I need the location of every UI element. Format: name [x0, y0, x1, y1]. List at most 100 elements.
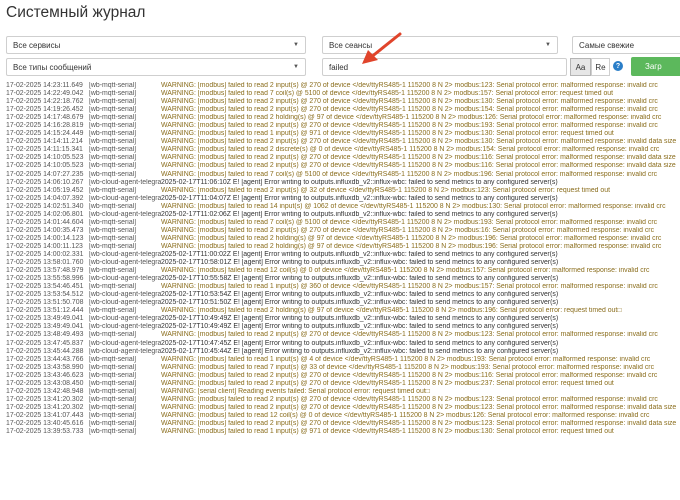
log-timestamp: 17-02-2025 14:00:11.123: [6, 242, 83, 250]
log-row: 17-02-2025 14:04:07.392 [wb-cloud-agent-t…: [6, 195, 680, 203]
help-icon[interactable]: ?: [613, 61, 623, 71]
log-row: 17-02-2025 14:00:02.331 [wb-cloud-agent-t…: [6, 251, 680, 259]
log-timestamp: 17-02-2025 13:58:01.760: [6, 259, 84, 267]
order-select-value: Самые свежие: [579, 40, 635, 50]
log-timestamp: 17-02-2025 14:10:05.523: [6, 154, 84, 162]
log-source: [wb-mqtt-serial]: [89, 106, 137, 114]
log-row: 17-02-2025 13:55:58.996 [wb-cloud-agent-t…: [6, 275, 680, 283]
log-timestamp: 17-02-2025 14:23:11.649: [6, 82, 83, 89]
log-row: 17-02-2025 14:14:11.214 [wb-mqtt-serial] W…: [6, 138, 680, 146]
log-timestamp: 17-02-2025 13:49:49.041: [6, 315, 84, 323]
message-type-select[interactable]: Все типы сообщений ▼: [6, 58, 306, 76]
sessions-select[interactable]: Все сеансы ▼: [322, 36, 558, 54]
log-timestamp: 17-02-2025 13:51:12.444: [6, 307, 84, 315]
log-row: 17-02-2025 14:02:51.340 [wb-mqtt-serial] W…: [6, 203, 680, 211]
log-list[interactable]: 17-02-2025 14:23:11.649 [wb-mqtt-serial] W…: [6, 82, 680, 436]
log-row: 17-02-2025 14:22:49.042 [wb-mqtt-serial] W…: [6, 90, 680, 98]
log-row: 17-02-2025 13:51:12.444 [wb-mqtt-serial] W…: [6, 307, 680, 315]
log-source: [wb-mqtt-serial]: [89, 90, 137, 98]
log-message: WARNING: [modbus] failed to read 7 coil(…: [161, 90, 614, 98]
log-row: 17-02-2025 14:07:27.235 [wb-mqtt-serial] W…: [6, 171, 680, 179]
log-message: WARNING: [modbus] failed to read 2 input…: [161, 122, 658, 130]
log-source: [wb-mqtt-serial]: [89, 82, 137, 89]
log-row: 17-02-2025 13:41:07.443 [wb-mqtt-serial] W…: [6, 412, 680, 420]
log-row: 17-02-2025 13:40:45.616 [wb-mqtt-serial] W…: [6, 420, 680, 428]
log-source: [wb-mqtt-serial]: [89, 331, 137, 339]
log-row: 17-02-2025 14:23:11.649 [wb-mqtt-serial] W…: [6, 82, 680, 90]
log-timestamp: 17-02-2025 13:57:48.979: [6, 267, 84, 275]
log-timestamp: 17-02-2025 14:02:06.801: [6, 210, 84, 218]
search-input-value: failed: [329, 62, 349, 72]
log-message: WARNING: [modbus] failed to read 2 input…: [161, 331, 658, 339]
log-row: 17-02-2025 13:41:20.302 [wb-mqtt-serial] W…: [6, 396, 680, 404]
log-timestamp: 17-02-2025 14:07:27.235: [6, 170, 84, 178]
log-message: 2025-02-17T10:47:45Z E! [agent] Error wr…: [161, 339, 559, 347]
apply-button[interactable]: Загр: [631, 57, 680, 76]
log-row: 17-02-2025 14:17:48.679 [wb-mqtt-serial] W…: [6, 114, 680, 122]
log-source: [wb-mqtt-serial]: [89, 218, 137, 226]
log-row: 17-02-2025 13:58:01.760 [wb-cloud-agent-t…: [6, 259, 680, 267]
log-timestamp: 17-02-2025 13:55:58.996: [6, 275, 84, 283]
log-row: 17-02-2025 13:49:49.041 [wb-cloud-agent-t…: [6, 323, 680, 331]
match-case-button[interactable]: Aa: [570, 58, 591, 76]
log-row: 17-02-2025 13:47:45.837 [wb-cloud-agent-t…: [6, 340, 680, 348]
log-source: [wb-mqtt-serial]: [89, 114, 137, 122]
log-timestamp: 17-02-2025 14:00:02.331: [6, 250, 84, 258]
log-message: 2025-02-17T11:02:06Z E! [agent] Error wr…: [161, 210, 558, 218]
log-timestamp: 17-02-2025 14:22:18.762: [6, 98, 84, 106]
log-row: 17-02-2025 14:19:26.452 [wb-mqtt-serial] W…: [6, 106, 680, 114]
log-source: [wb-mqtt-serial]: [89, 146, 137, 154]
search-input[interactable]: failed: [322, 58, 567, 76]
log-source: [wb-mqtt-serial]: [89, 283, 137, 291]
log-message: WARNING: [modbus] failed to read 2 input…: [161, 138, 677, 146]
log-message: WARNING: [modbus] failed to read 12 coil…: [161, 267, 650, 275]
log-timestamp: 17-02-2025 14:00:35.473: [6, 226, 84, 234]
log-message: WARNING: [modbus] failed to read 2 input…: [161, 403, 677, 411]
log-message: 2025-02-17T11:06:10Z E! [agent] Error wr…: [161, 178, 558, 186]
services-select[interactable]: Все сервисы ▼: [6, 36, 306, 54]
order-select[interactable]: Самые свежие: [572, 36, 680, 54]
log-message: WARNING: [modbus] failed to read 7 coil(…: [161, 170, 658, 178]
log-timestamp: 17-02-2025 14:01:44.604: [6, 218, 84, 226]
log-row: 17-02-2025 13:57:48.979 [wb-mqtt-serial] W…: [6, 267, 680, 275]
log-row: 17-02-2025 14:10:05.523 [wb-mqtt-serial] W…: [6, 162, 680, 170]
log-message: 2025-02-17T10:53:54Z E! [agent] Error wr…: [161, 291, 559, 299]
log-message: WARNING: [modbus] failed to read 2 input…: [161, 186, 610, 194]
log-timestamp: 17-02-2025 14:17:48.679: [6, 114, 84, 122]
log-source: [wb-mqtt-serial]: [89, 387, 137, 395]
log-row: 17-02-2025 13:49:49.041 [wb-cloud-agent-t…: [6, 315, 680, 323]
log-timestamp: 17-02-2025 13:39:53.733: [6, 428, 84, 436]
log-timestamp: 17-02-2025 13:41:20.302: [6, 395, 84, 403]
regex-button[interactable]: Re: [591, 58, 610, 76]
log-source: [wb-mqtt-serial]: [89, 419, 137, 427]
log-source: [wb-mqtt-serial]: [89, 186, 137, 194]
log-timestamp: 17-02-2025 14:04:07.392: [6, 194, 84, 202]
log-message: WARNING: [modbus] failed to read 1 input…: [161, 283, 658, 291]
log-source: [wb-mqtt-serial]: [89, 355, 137, 363]
log-source: [wb-mqtt-serial]: [89, 162, 137, 170]
log-source: [wb-mqtt-serial]: [89, 130, 137, 138]
log-timestamp: 17-02-2025 13:48:49.493: [6, 331, 84, 339]
log-row: 17-02-2025 13:42:48.948 [wb-mqtt-serial] W…: [6, 388, 680, 396]
log-message: WARNING: [modbus] failed to read 2 input…: [161, 106, 658, 114]
log-timestamp: 17-02-2025 13:51:50.708: [6, 299, 84, 307]
log-message: WARNING: [modbus] failed to read 7 coil(…: [161, 218, 658, 226]
chevron-down-icon: ▼: [293, 42, 299, 48]
log-message: 2025-02-17T11:04:07Z E! [agent] Error wr…: [161, 194, 558, 202]
log-row: 17-02-2025 14:11:15.341 [wb-mqtt-serial] W…: [6, 146, 680, 154]
log-row: 17-02-2025 13:43:58.990 [wb-mqtt-serial] W…: [6, 364, 680, 372]
log-message: WARNING: [modbus] failed to read 2 input…: [161, 379, 614, 387]
log-timestamp: 17-02-2025 14:19:26.452: [6, 106, 84, 114]
log-timestamp: 17-02-2025 14:00:14.123: [6, 234, 84, 242]
log-timestamp: 17-02-2025 14:16:28.819: [6, 122, 84, 130]
log-source: [wb-mqtt-serial]: [89, 242, 137, 250]
log-message: WARNING: [modbus] failed to read 2 input…: [161, 395, 658, 403]
log-message: WARNING: [modbus] failed to read 14 inpu…: [161, 202, 666, 210]
log-source: [wb-cloud-agent-telegraf]: [89, 275, 161, 283]
log-message: WARNING: [modbus] failed to read 2 holdi…: [161, 242, 662, 250]
log-source: [wb-cloud-agent-telegraf]: [89, 299, 161, 307]
log-source: [wb-mqtt-serial]: [89, 98, 137, 106]
log-message: WARNING: [modbus] failed to read 1 input…: [161, 130, 614, 138]
log-row: 17-02-2025 13:45:44.288 [wb-cloud-agent-t…: [6, 348, 680, 356]
log-message: 2025-02-17T10:58:01Z E! [agent] Error wr…: [161, 259, 559, 267]
